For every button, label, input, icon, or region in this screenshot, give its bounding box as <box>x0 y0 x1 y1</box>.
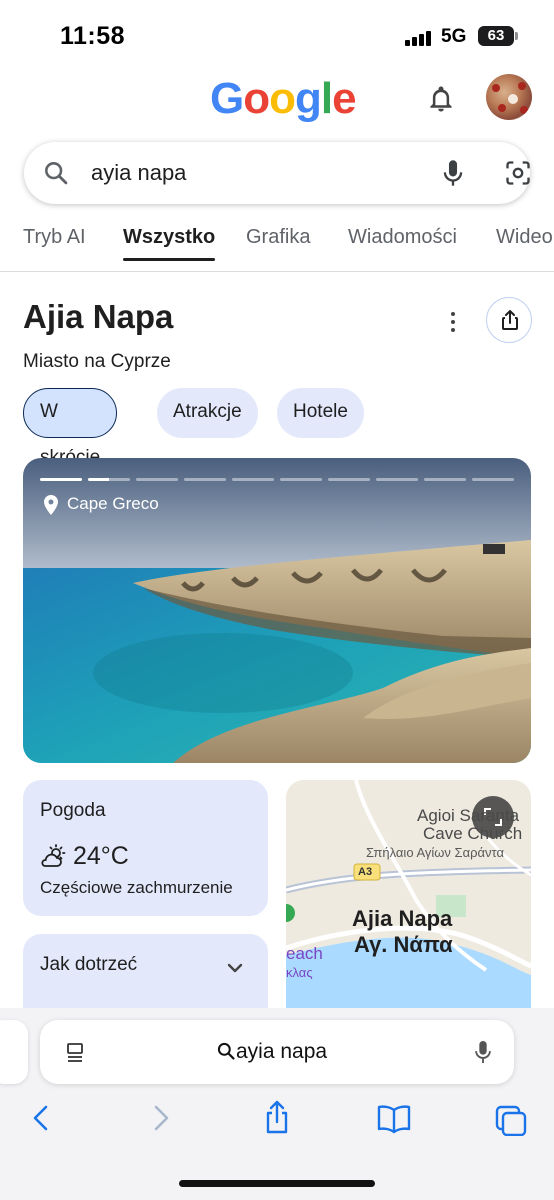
tab-news[interactable]: Wiadomości <box>348 226 457 249</box>
partly-cloudy-icon <box>39 844 67 875</box>
voice-search-icon[interactable] <box>472 1038 494 1071</box>
reader-icon[interactable] <box>64 1041 88 1070</box>
map-city-label-greek: Αγ. Νάπα <box>354 932 453 957</box>
map-road-label: A3 <box>358 866 373 878</box>
search-query[interactable]: ayia napa <box>91 160 186 186</box>
weather-condition: Częściowe zachmurzenie <box>40 878 233 897</box>
weather-card[interactable]: Pogoda 24°C Częściowe zachmurzenie <box>23 780 268 916</box>
previous-tab-preview[interactable] <box>0 1020 28 1084</box>
address-bar[interactable]: ayia napa <box>40 1020 514 1084</box>
home-indicator <box>179 1180 375 1187</box>
back-icon[interactable] <box>30 1104 52 1137</box>
map-label-church: Agioi Saranta <box>417 806 520 825</box>
chip-hotels[interactable]: Hotele <box>277 388 364 438</box>
address-query: ayia napa <box>236 1040 328 1063</box>
chip-overview[interactable]: W skrócie <box>23 388 118 468</box>
tabs-icon[interactable] <box>494 1104 528 1141</box>
location-pin-icon <box>43 494 59 515</box>
browser-toolbar: ayia napa <box>0 1008 554 1200</box>
weather-title: Pogoda <box>40 800 106 821</box>
status-bar: 11:58 5G 63 <box>0 0 554 72</box>
battery-icon: 63 <box>478 26 518 46</box>
directions-title: Jak dotrzeć <box>40 954 138 975</box>
search-tabs: Tryb AI Wszystko Grafika Wiadomości Wide… <box>0 222 554 272</box>
search-icon[interactable] <box>42 159 70 192</box>
tab-images[interactable]: Grafika <box>246 226 310 249</box>
chevron-down-icon[interactable] <box>223 956 247 985</box>
share-button[interactable] <box>486 297 532 343</box>
signal-icon <box>405 30 433 46</box>
photo-location: Cape Greco <box>43 494 159 515</box>
more-options-icon[interactable] <box>446 310 460 334</box>
entity-title: Ajia Napa <box>23 298 174 335</box>
map-label-church-greek: Σπήλαιο Αγίων Σαράντα <box>366 845 504 860</box>
slide-progress <box>40 478 514 481</box>
share-icon <box>502 310 518 330</box>
account-avatar[interactable] <box>486 74 532 120</box>
location-photo[interactable]: Cape Greco <box>23 458 531 763</box>
share-icon[interactable] <box>262 1100 292 1139</box>
map-city-label: Ajia Napa <box>352 906 453 931</box>
address-text[interactable]: ayia napa <box>216 1040 327 1064</box>
weather-temperature: 24°C <box>73 842 129 870</box>
address-search-icon <box>217 1042 235 1060</box>
bell-icon[interactable] <box>426 84 456 114</box>
tab-videos[interactable]: Wideo <box>496 226 553 249</box>
mic-icon[interactable] <box>439 158 467 193</box>
map-beach-label: each <box>286 944 323 963</box>
map-beach-label-greek: κλας <box>286 965 313 980</box>
bookmarks-icon[interactable] <box>376 1104 412 1139</box>
search-bar[interactable]: ayia napa <box>24 142 530 204</box>
tab-all[interactable]: Wszystko <box>123 226 216 261</box>
chip-attractions[interactable]: Atrakcje <box>157 388 258 438</box>
photo-location-label: Cape Greco <box>67 494 159 513</box>
status-time: 11:58 <box>60 22 126 50</box>
network-type: 5G <box>441 26 467 47</box>
lens-icon[interactable] <box>504 159 532 192</box>
tab-ai-mode[interactable]: Tryb AI <box>23 226 86 249</box>
map-card[interactable]: Agioi Saranta Cave Church Σπήλαιο Αγίων … <box>286 780 531 1020</box>
entity-subtitle: Miasto na Cyprze <box>23 351 171 372</box>
forward-icon[interactable] <box>150 1104 172 1137</box>
google-logo[interactable]: Google <box>210 74 357 124</box>
map-label-church-2: Cave Church <box>423 824 523 843</box>
